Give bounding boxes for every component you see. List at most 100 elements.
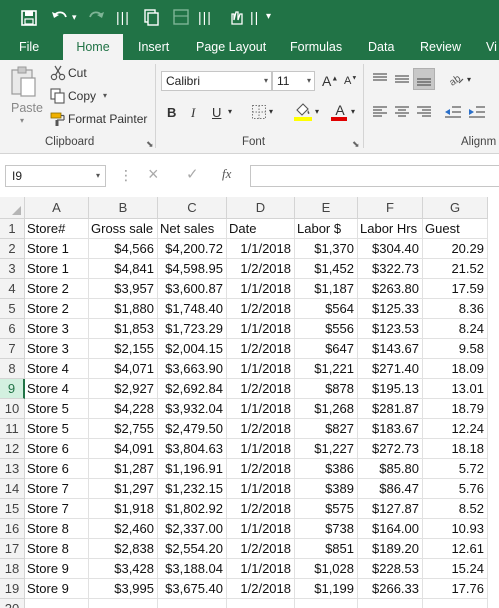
cell-f9[interactable]: $195.13 [358,379,423,399]
cell-e1[interactable]: Labor $ [295,219,358,239]
row-header-12[interactable]: 12 [0,439,25,459]
copy-label[interactable]: Copy [68,89,96,103]
borders-dropdown-icon[interactable]: ▾ [269,107,273,116]
cell-f2[interactable]: $304.40 [358,239,423,259]
row-header-10[interactable]: 10 [0,399,25,419]
cell-c2[interactable]: $4,200.72 [158,239,227,259]
cell-c10[interactable]: $3,932.04 [158,399,227,419]
cell-a3[interactable]: Store 1 [25,259,89,279]
orientation-icon[interactable]: ab [447,69,465,87]
select-all-button[interactable] [0,197,25,219]
cell-d17[interactable]: 1/2/2018 [227,539,295,559]
grow-font-button[interactable]: A▲ [322,73,338,89]
cell-f16[interactable]: $164.00 [358,519,423,539]
cell-b17[interactable]: $2,838 [89,539,158,559]
column-header-d[interactable]: D [227,197,295,219]
cell-e18[interactable]: $1,028 [295,559,358,579]
cell-g11[interactable]: 12.24 [423,419,488,439]
bold-button[interactable]: B [167,105,176,120]
cell-g3[interactable]: 21.52 [423,259,488,279]
cell-a4[interactable]: Store 2 [25,279,89,299]
increase-indent-icon[interactable] [468,105,486,119]
cell-b6[interactable]: $1,853 [89,319,158,339]
row-header-8[interactable]: 8 [0,359,25,379]
row-header-4[interactable]: 4 [0,279,25,299]
cell-b7[interactable]: $2,155 [89,339,158,359]
cell-c5[interactable]: $1,748.40 [158,299,227,319]
column-header-f[interactable]: F [358,197,423,219]
align-right-icon[interactable] [416,105,432,119]
cell-f15[interactable]: $127.87 [358,499,423,519]
cell-b3[interactable]: $4,841 [89,259,158,279]
row-header-11[interactable]: 11 [0,419,25,439]
copy-dropdown-icon[interactable]: ▾ [103,91,107,100]
cell-b1[interactable]: Gross sale [89,219,158,239]
cell-c1[interactable]: Net sales [158,219,227,239]
cell-a16[interactable]: Store 8 [25,519,89,539]
cell-e12[interactable]: $1,227 [295,439,358,459]
copy-page-icon[interactable] [142,7,160,27]
tab-home[interactable]: Home [63,34,123,60]
cell-e8[interactable]: $1,221 [295,359,358,379]
cell-g19[interactable]: 17.76 [423,579,488,599]
cell-d16[interactable]: 1/1/2018 [227,519,295,539]
cut-label[interactable]: Cut [68,66,87,80]
column-header-e[interactable]: E [295,197,358,219]
cell-f12[interactable]: $272.73 [358,439,423,459]
cell-a20[interactable] [25,599,89,608]
cell-a17[interactable]: Store 8 [25,539,89,559]
worksheet-grid[interactable]: A B C D E F G 1 Store# Gross sale Net sales Date Lab… [0,195,499,608]
font-color-button[interactable]: A [331,102,349,121]
cell-a19[interactable]: Store 9 [25,579,89,599]
cell-d11[interactable]: 1/2/2018 [227,419,295,439]
cell-d2[interactable]: 1/1/2018 [227,239,295,259]
cell-a7[interactable]: Store 3 [25,339,89,359]
cell-e11[interactable]: $827 [295,419,358,439]
cell-g17[interactable]: 12.61 [423,539,488,559]
cell-b13[interactable]: $1,287 [89,459,158,479]
decrease-indent-icon[interactable] [444,105,462,119]
cancel-icon[interactable]: × [148,164,159,185]
font-launcher-icon[interactable]: ⬊ [352,139,360,150]
cell-d6[interactable]: 1/1/2018 [227,319,295,339]
cell-b16[interactable]: $2,460 [89,519,158,539]
top-align-icon[interactable] [372,72,388,86]
touch-mode-icon[interactable] [226,7,244,27]
cell-d7[interactable]: 1/2/2018 [227,339,295,359]
row-header-19[interactable]: 19 [0,579,25,599]
font-size-select[interactable]: 11 ▾ [272,71,315,91]
format-painter-label[interactable]: Format Painter [68,112,147,126]
cell-c8[interactable]: $3,663.90 [158,359,227,379]
cell-b8[interactable]: $4,071 [89,359,158,379]
cell-e13[interactable]: $386 [295,459,358,479]
cell-d1[interactable]: Date [227,219,295,239]
underline-dropdown-icon[interactable]: ▾ [228,107,232,116]
fill-color-icon[interactable] [293,102,313,122]
cell-d8[interactable]: 1/1/2018 [227,359,295,379]
cell-e17[interactable]: $851 [295,539,358,559]
cell-f4[interactable]: $263.80 [358,279,423,299]
cell-d3[interactable]: 1/2/2018 [227,259,295,279]
enter-icon[interactable]: ✓ [186,165,199,183]
cell-b4[interactable]: $3,957 [89,279,158,299]
cell-f11[interactable]: $183.67 [358,419,423,439]
row-header-14[interactable]: 14 [0,479,25,499]
cell-e10[interactable]: $1,268 [295,399,358,419]
cell-b5[interactable]: $1,880 [89,299,158,319]
undo-icon[interactable] [50,7,70,27]
cell-c17[interactable]: $2,554.20 [158,539,227,559]
cell-c13[interactable]: $1,196.91 [158,459,227,479]
cell-a18[interactable]: Store 9 [25,559,89,579]
save-icon[interactable] [20,8,38,28]
cell-e15[interactable]: $575 [295,499,358,519]
cell-g13[interactable]: 5.72 [423,459,488,479]
cell-a5[interactable]: Store 2 [25,299,89,319]
cell-f19[interactable]: $266.33 [358,579,423,599]
cell-f17[interactable]: $189.20 [358,539,423,559]
cell-e6[interactable]: $556 [295,319,358,339]
tab-insert[interactable]: Insert [138,34,169,60]
cell-e16[interactable]: $738 [295,519,358,539]
formula-input[interactable] [250,165,499,187]
cell-d15[interactable]: 1/2/2018 [227,499,295,519]
cell-b2[interactable]: $4,566 [89,239,158,259]
